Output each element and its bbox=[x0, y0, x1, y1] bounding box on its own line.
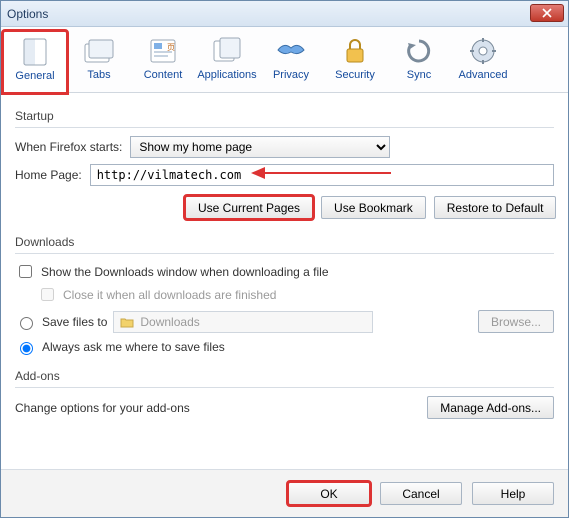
close-button[interactable] bbox=[530, 4, 564, 22]
content-area: Startup When Firefox starts: Show my hom… bbox=[1, 93, 568, 435]
use-bookmark-button[interactable]: Use Bookmark bbox=[321, 196, 426, 219]
tab-label: Advanced bbox=[459, 69, 508, 81]
always-ask-row: Always ask me where to save files bbox=[15, 339, 554, 355]
downloads-group-label: Downloads bbox=[15, 235, 554, 249]
home-page-row: Home Page: bbox=[15, 164, 554, 186]
folder-icon bbox=[120, 316, 134, 328]
restore-default-button[interactable]: Restore to Default bbox=[434, 196, 557, 219]
titlebar: Options bbox=[1, 1, 568, 27]
divider bbox=[15, 127, 554, 128]
close-when-done-row: Close it when all downloads are finished bbox=[15, 285, 554, 304]
dialog-footer: OK Cancel Help bbox=[1, 469, 568, 517]
tab-label: Applications bbox=[197, 69, 256, 81]
browse-button: Browse... bbox=[478, 310, 554, 333]
tab-advanced[interactable]: Advanced bbox=[451, 31, 515, 92]
manage-addons-button[interactable]: Manage Add-ons... bbox=[427, 396, 554, 419]
tab-security[interactable]: Security bbox=[323, 31, 387, 92]
category-toolbar: General Tabs 页 Content Applications Priv… bbox=[1, 27, 568, 93]
tab-label: General bbox=[15, 70, 54, 82]
addons-desc: Change options for your add-ons bbox=[15, 401, 190, 415]
always-ask-radio[interactable] bbox=[20, 342, 33, 355]
addons-group-label: Add-ons bbox=[15, 369, 554, 383]
when-firefox-starts-row: When Firefox starts: Show my home page bbox=[15, 136, 554, 158]
home-page-input[interactable] bbox=[90, 164, 554, 186]
save-path-text: Downloads bbox=[140, 315, 199, 329]
divider bbox=[15, 387, 554, 388]
cancel-button[interactable]: Cancel bbox=[380, 482, 462, 505]
when-starts-label: When Firefox starts: bbox=[15, 140, 122, 154]
save-files-to-row: Save files to Downloads Browse... bbox=[15, 310, 554, 333]
show-downloads-window-checkbox[interactable] bbox=[19, 265, 32, 278]
advanced-icon bbox=[467, 35, 499, 67]
privacy-icon bbox=[275, 35, 307, 67]
content-icon: 页 bbox=[147, 35, 179, 67]
window-title: Options bbox=[7, 7, 48, 21]
general-icon bbox=[19, 36, 51, 68]
tab-label: Sync bbox=[407, 69, 431, 81]
save-files-to-label: Save files to bbox=[42, 315, 107, 329]
sync-icon bbox=[403, 35, 435, 67]
always-ask-label: Always ask me where to save files bbox=[42, 340, 225, 354]
homepage-buttons-row: Use Current Pages Use Bookmark Restore t… bbox=[15, 196, 554, 219]
ok-button[interactable]: OK bbox=[288, 482, 370, 505]
save-files-to-radio[interactable] bbox=[20, 317, 33, 330]
save-path-box: Downloads bbox=[113, 311, 373, 333]
addons-row: Change options for your add-ons Manage A… bbox=[15, 396, 554, 419]
home-page-label: Home Page: bbox=[15, 168, 82, 182]
when-starts-dropdown[interactable]: Show my home page bbox=[130, 136, 390, 158]
tab-sync[interactable]: Sync bbox=[387, 31, 451, 92]
tab-privacy[interactable]: Privacy bbox=[259, 31, 323, 92]
help-button[interactable]: Help bbox=[472, 482, 554, 505]
tab-label: Privacy bbox=[273, 69, 309, 81]
tab-tabs[interactable]: Tabs bbox=[67, 31, 131, 92]
divider bbox=[15, 253, 554, 254]
tab-applications[interactable]: Applications bbox=[195, 31, 259, 92]
tab-label: Security bbox=[335, 69, 375, 81]
tabs-icon bbox=[83, 35, 115, 67]
close-when-done-label: Close it when all downloads are finished bbox=[63, 288, 276, 302]
tab-label: Tabs bbox=[87, 69, 110, 81]
tab-label: Content bbox=[144, 69, 183, 81]
tab-general[interactable]: General bbox=[3, 31, 67, 93]
close-icon bbox=[542, 8, 552, 18]
close-when-done-checkbox bbox=[41, 288, 54, 301]
use-current-pages-button[interactable]: Use Current Pages bbox=[185, 196, 313, 219]
svg-text:页: 页 bbox=[167, 43, 175, 52]
startup-group-label: Startup bbox=[15, 109, 554, 123]
options-window: Options General Tabs 页 Content bbox=[0, 0, 569, 518]
tab-content[interactable]: 页 Content bbox=[131, 31, 195, 92]
security-icon bbox=[339, 35, 371, 67]
applications-icon bbox=[211, 35, 243, 67]
show-downloads-window-label: Show the Downloads window when downloadi… bbox=[41, 265, 329, 279]
show-downloads-window-row: Show the Downloads window when downloadi… bbox=[15, 262, 554, 281]
